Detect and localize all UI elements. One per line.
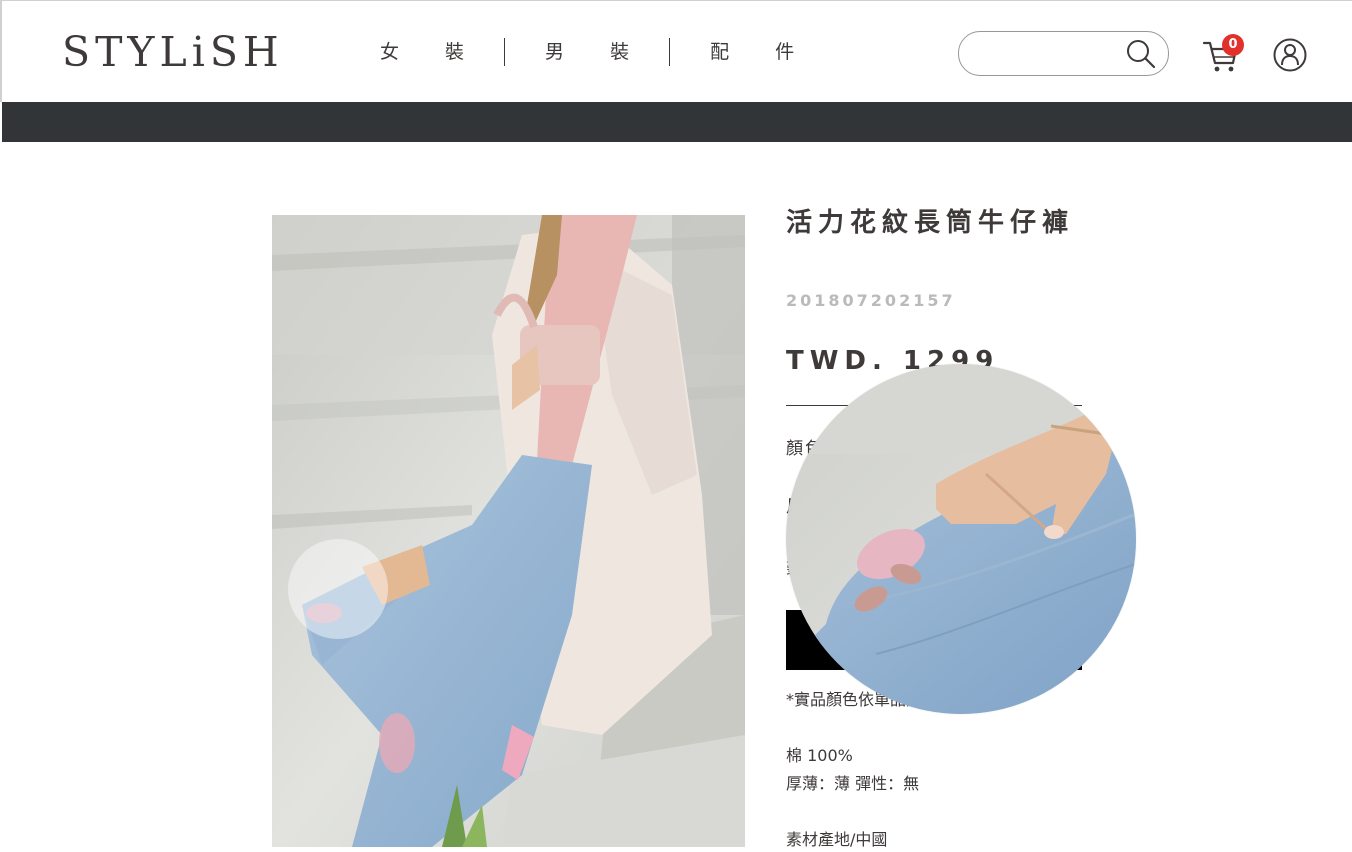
main-nav: 女 裝 男 裝 配 件 <box>368 38 826 66</box>
zoom-preview <box>786 364 1136 714</box>
product-title: 活力花紋長筒牛仔褲 <box>786 208 1075 238</box>
search-icon[interactable] <box>1125 38 1157 70</box>
product-origin: 素材產地/中國 <box>786 830 888 849</box>
logo[interactable]: STYLiSH <box>62 29 284 75</box>
nav-separator <box>669 38 671 66</box>
product-thickness: 厚薄：薄 彈性：無 <box>786 774 920 793</box>
nav-women[interactable]: 女 裝 <box>368 38 496 66</box>
nav-men[interactable]: 男 裝 <box>533 38 661 66</box>
product-main-image[interactable] <box>272 215 745 847</box>
category-bar <box>2 102 1352 142</box>
product-id: 201807202157 <box>786 291 956 310</box>
nav-separator <box>504 38 506 66</box>
member-icon[interactable] <box>1272 37 1308 73</box>
product-material: 棉 100% <box>786 746 853 765</box>
nav-accessories[interactable]: 配 件 <box>698 38 826 66</box>
cart-count-badge: 0 <box>1222 34 1244 56</box>
zoom-lens[interactable] <box>288 539 388 639</box>
search-input[interactable] <box>975 40 1125 68</box>
